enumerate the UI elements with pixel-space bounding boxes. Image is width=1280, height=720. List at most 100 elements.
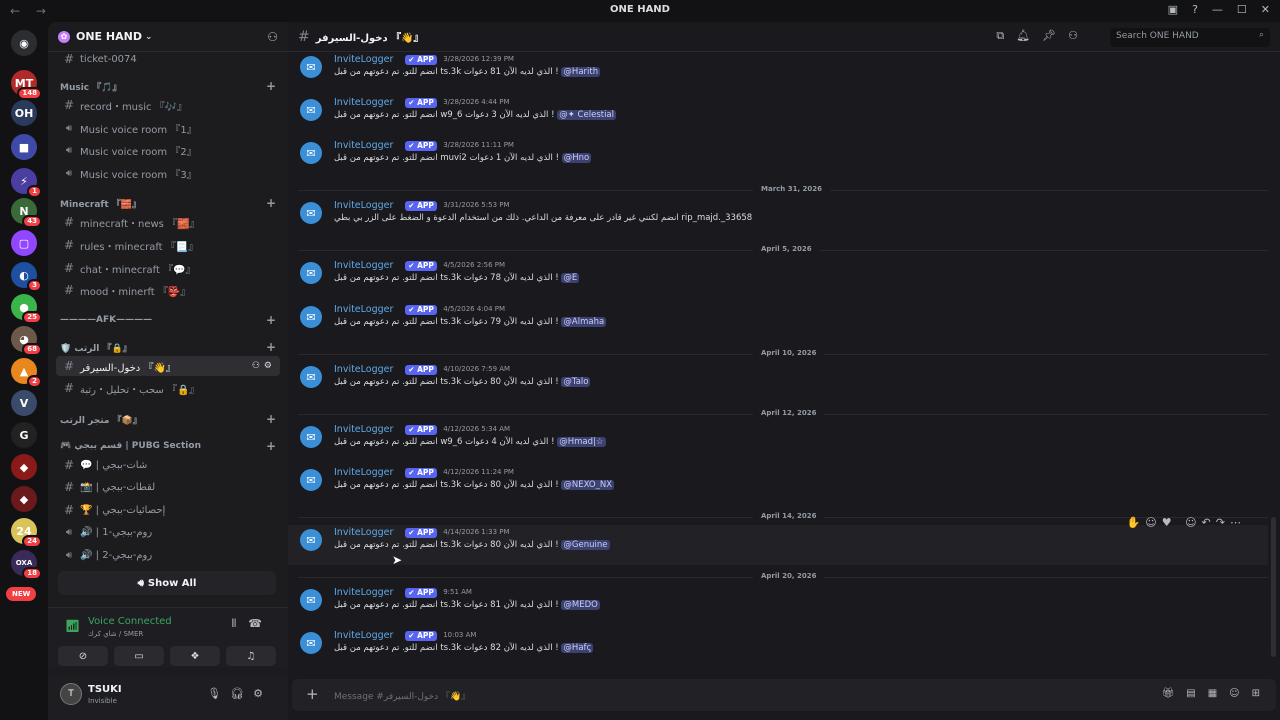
message-hover-toolbar[interactable]: ✋☺♥ ☺↶↷⋯	[1127, 516, 1246, 529]
server-blade-icon[interactable]: ⚡ 1	[11, 168, 42, 198]
server-vikings-icon[interactable]: V	[11, 390, 37, 416]
composer-actions[interactable]: 🎁︎▤▦☺⊞	[1162, 688, 1272, 699]
user-mention[interactable]: @Talo	[561, 377, 591, 387]
server-header[interactable]: ✿ ONE HAND ⌄ ⚇	[48, 22, 288, 52]
server-red1-icon[interactable]: ◆	[11, 454, 37, 480]
message-author[interactable]: InviteLogger	[334, 587, 393, 598]
category-header[interactable]: ————AFK———— +	[56, 310, 280, 330]
message-author[interactable]: InviteLogger	[334, 260, 393, 271]
user-mention[interactable]: @Hmad|☆	[557, 437, 606, 447]
voice-status[interactable]: Voice Connected	[88, 616, 172, 627]
message-item[interactable]: ✉ InviteLogger ✔ APP 4/5/2026 2:56 PM انضم ل…	[288, 258, 1268, 298]
message-author[interactable]: InviteLogger	[334, 200, 393, 211]
bot-avatar-icon[interactable]: ✉	[300, 366, 322, 388]
username[interactable]: TSUKI	[88, 684, 122, 695]
text-channel[interactable]: # 💬 | شات-ببجي	[56, 455, 280, 475]
message-input[interactable]: Message #دخول-السيرفر 『👋』	[334, 689, 470, 702]
user-mention[interactable]: @✦ Celestial	[557, 110, 617, 120]
bot-avatar-icon[interactable]: ✉	[300, 99, 322, 121]
voice-channel[interactable]: 🔊︎ 🔊 | روم-ببجي-1	[56, 522, 280, 542]
message-author[interactable]: InviteLogger	[334, 467, 393, 478]
add-channel-icon[interactable]: +	[266, 340, 276, 354]
bot-avatar-icon[interactable]: ✉	[300, 632, 322, 654]
message-author[interactable]: InviteLogger	[334, 97, 393, 108]
server-oxa-icon[interactable]: OXA 18	[11, 550, 42, 580]
add-member-icon[interactable]: ⚇	[267, 30, 278, 44]
user-controls[interactable]: 🎙︎🎧︎⚙	[207, 687, 272, 700]
bot-avatar-icon[interactable]: ✉	[300, 202, 322, 224]
message-item[interactable]: ✉ InviteLogger ✔ APP 10:03 AM انضم للتو. تم …	[288, 628, 1268, 668]
text-channel[interactable]: # 📸 | لقطات-ببجي	[56, 477, 280, 497]
bot-avatar-icon[interactable]: ✉	[300, 142, 322, 164]
user-mention[interactable]: @Hno	[561, 153, 592, 163]
bot-avatar-icon[interactable]: ✉	[300, 262, 322, 284]
message-item[interactable]: ✉ InviteLogger ✔ APP 4/12/2026 11:24 PM انضم…	[288, 465, 1268, 505]
category-header[interactable]: 🛡️ الرتب 『🔒』 +	[56, 337, 280, 357]
new-badge[interactable]: NEW	[6, 587, 37, 601]
server-mt-icon[interactable]: MT 148	[11, 70, 42, 100]
avatar[interactable]: T	[60, 683, 82, 705]
user-mention[interactable]: @Genuine	[561, 540, 610, 550]
message-author[interactable]: InviteLogger	[334, 630, 393, 641]
message-author[interactable]: InviteLogger	[334, 527, 393, 538]
server-green-icon[interactable]: ● 25	[11, 294, 42, 324]
bot-avatar-icon[interactable]: ✉	[300, 529, 322, 551]
voice-channel[interactable]: 🔊︎ Music voice room 『2』	[56, 140, 280, 160]
add-channel-icon[interactable]: +	[266, 439, 276, 453]
server-blue-icon[interactable]: ◐ 3	[11, 262, 42, 292]
voice-actions[interactable]: ⦀☎	[231, 617, 274, 631]
server-yellow-icon[interactable]: 24 24	[11, 518, 42, 548]
bot-avatar-icon[interactable]: ✉	[300, 469, 322, 491]
category-header[interactable]: متجر الرتب 『📦』 +	[56, 409, 280, 429]
discord-home-icon-icon[interactable]: ◉	[11, 30, 37, 56]
message-item[interactable]: ✉ InviteLogger ✔ APP 4/10/2026 7:59 AM انضم …	[288, 362, 1268, 402]
user-mention[interactable]: @Hafҁ	[561, 643, 594, 653]
message-author[interactable]: InviteLogger	[334, 364, 393, 375]
bot-avatar-icon[interactable]: ✉	[300, 589, 322, 611]
message-author[interactable]: InviteLogger	[334, 140, 393, 151]
category-header[interactable]: Music 『🎵』 +	[56, 76, 280, 96]
voice-channel[interactable]: 🔊︎ Music voice room 『1』	[56, 118, 280, 138]
server-g-icon[interactable]: G	[11, 422, 37, 448]
message-item[interactable]: ✉ InviteLogger ✔ APP 4/14/2026 1:33 PM انضم …	[288, 516, 1268, 565]
text-channel[interactable]: # rules・minecraft 『📃』	[56, 235, 280, 255]
message-item[interactable]: ✉ InviteLogger ✔ APP 3/31/2026 5:53 PM انضم …	[288, 198, 1268, 238]
category-header[interactable]: Minecraft 『🧱』 +	[56, 193, 280, 213]
text-channel[interactable]: # دخول-السيرفر 『👋』 ⚇⚙	[56, 356, 280, 376]
text-channel[interactable]: # سحب・تحليل・رتبة 『🔒』	[56, 378, 280, 398]
add-channel-icon[interactable]: +	[266, 196, 276, 210]
server-fire-icon[interactable]: ▲ 2	[11, 358, 42, 388]
add-channel-icon[interactable]: +	[266, 79, 276, 93]
soundboard-button[interactable]: ♫	[226, 646, 276, 666]
server-photo-icon[interactable]: ◕ 68	[11, 326, 42, 356]
server-ngl-icon[interactable]: N 43	[11, 198, 42, 228]
window-controls[interactable]: ▣? — ☐ ✕	[1168, 3, 1270, 16]
message-item[interactable]: ✉ InviteLogger ✔ APP 3/28/2026 4:44 PM انضم …	[288, 95, 1268, 135]
message-item[interactable]: ✉ InviteLogger ✔ APP 4/12/2026 5:34 AM انضم …	[288, 422, 1268, 462]
server-twitch-icon[interactable]: ▢	[11, 230, 37, 256]
text-channel[interactable]: # record・music 『🎶』	[56, 95, 280, 115]
voice-channel[interactable]: 🔊︎ Music voice room 『3』	[56, 163, 280, 183]
server-red2-icon[interactable]: ◆	[11, 486, 37, 512]
bot-avatar-icon[interactable]: ✉	[300, 56, 322, 78]
message-item[interactable]: ✉ InviteLogger ✔ APP 3/28/2026 11:11 PM انضم…	[288, 138, 1268, 178]
message-composer[interactable]: + Message #دخول-السيرفر 『👋』 🎁︎▤▦☺⊞	[292, 679, 1276, 711]
add-channel-icon[interactable]: +	[266, 313, 276, 327]
user-mention[interactable]: @Harith	[561, 67, 601, 77]
text-channel[interactable]: # chat・minecraft 『💬』	[56, 258, 280, 278]
server-one-hand-icon[interactable]: OH	[11, 100, 37, 126]
text-channel[interactable]: # mood・minerft 『👺』	[56, 280, 280, 300]
channel-settings-icon[interactable]: ⚇⚙	[252, 361, 276, 371]
bot-avatar-icon[interactable]: ✉	[300, 426, 322, 448]
user-mention[interactable]: @E	[561, 273, 580, 283]
user-mention[interactable]: @NEXO_NX	[561, 480, 615, 490]
show-all-button[interactable]: 🔊︎ Show All	[58, 571, 276, 595]
text-channel[interactable]: # ticket-0074	[56, 49, 280, 69]
user-mention[interactable]: @Almaha	[561, 317, 607, 327]
camera-button[interactable]: ⊘	[58, 646, 108, 666]
message-author[interactable]: InviteLogger	[334, 304, 393, 315]
bot-avatar-icon[interactable]: ✉	[300, 306, 322, 328]
text-channel[interactable]: # 🏆 | إحصائيات-ببجي	[56, 500, 280, 520]
text-channel[interactable]: # minecraft・news 『🧱』	[56, 212, 280, 232]
voice-channel[interactable]: شاي كرك / SMER	[88, 630, 143, 638]
